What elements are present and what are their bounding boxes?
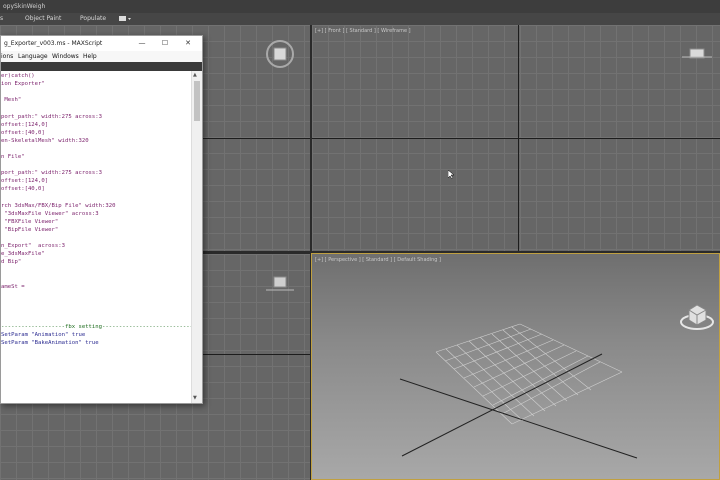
ribbon-tab-s[interactable]: s bbox=[0, 13, 3, 25]
ribbon-bar: s Object Paint Populate bbox=[0, 13, 720, 25]
viewcube-icon[interactable] bbox=[264, 38, 296, 70]
code-line[interactable]: -------------------fbx setting----------… bbox=[1, 324, 191, 330]
scrollbar-thumb[interactable] bbox=[194, 81, 200, 121]
code-line[interactable]: "BipFile Viewer" bbox=[1, 227, 58, 233]
maxscript-title-bar[interactable]: g_Exporter_v003.ms - MAXScript — ☐ ✕ bbox=[1, 36, 202, 51]
code-line[interactable]: offset:[40,0] bbox=[1, 186, 45, 192]
code-line[interactable]: port_path:" width:275 across:3 bbox=[1, 170, 102, 176]
maxscript-window-title: g_Exporter_v003.ms - MAXScript bbox=[4, 40, 103, 47]
app-title-bar: opySkinWeigh bbox=[0, 0, 720, 13]
code-line[interactable]: ameSt = bbox=[1, 284, 25, 290]
editor-scrollbar[interactable]: ▲ ▼ bbox=[191, 71, 202, 403]
code-line[interactable]: rch 3dsMax/FBX/Bip File" width:320 bbox=[1, 203, 116, 209]
viewcube-icon[interactable] bbox=[682, 45, 712, 63]
code-line[interactable]: SetParam "Animation" true bbox=[1, 332, 85, 338]
code-line[interactable]: SetParam "BakeAnimation" true bbox=[1, 340, 99, 346]
code-line[interactable]: "3dsMaxFile Viewer" across:3 bbox=[1, 211, 98, 217]
maximize-button[interactable]: ☐ bbox=[154, 36, 176, 51]
code-line[interactable]: offset:[124,0] bbox=[1, 178, 48, 184]
minimize-button[interactable]: — bbox=[131, 36, 153, 51]
viewport-front-label[interactable]: [+] [ Front ] [ Standard ] [ Wireframe ] bbox=[315, 28, 411, 34]
ribbon-options-icon[interactable] bbox=[118, 15, 132, 23]
code-line[interactable]: n File" bbox=[1, 154, 25, 160]
viewcube-icon[interactable] bbox=[678, 298, 716, 332]
code-line[interactable]: er)catch() bbox=[1, 73, 35, 79]
code-line[interactable]: n_Export" across:3 bbox=[1, 243, 65, 249]
grid-axis-horizontal bbox=[312, 138, 720, 139]
perspective-grid bbox=[399, 323, 638, 459]
code-line[interactable]: e_3dsMaxFile" bbox=[1, 251, 45, 257]
code-line[interactable]: ion Exporter" bbox=[1, 81, 45, 87]
maxscript-editor-window[interactable]: g_Exporter_v003.ms - MAXScript — ☐ ✕ ion… bbox=[0, 35, 203, 404]
code-line[interactable]: port_path:" width:275 across:3 bbox=[1, 114, 102, 120]
mouse-cursor-icon bbox=[448, 170, 455, 180]
menu-item-language[interactable]: Language bbox=[18, 51, 48, 62]
code-line[interactable]: Mesh" bbox=[1, 97, 21, 103]
code-line[interactable]: d Bip" bbox=[1, 259, 21, 265]
maxscript-menu-bar: ions Language Windows Help bbox=[1, 51, 202, 62]
close-button[interactable]: ✕ bbox=[177, 36, 199, 51]
ribbon-tab-object-paint[interactable]: Object Paint bbox=[25, 13, 61, 25]
viewcube-icon[interactable] bbox=[266, 274, 294, 294]
code-line[interactable]: offset:[124,0] bbox=[1, 122, 48, 128]
maxscript-toolbar bbox=[1, 62, 202, 71]
viewport-front[interactable]: [+] [ Front ] [ Standard ] [ Wireframe ] bbox=[312, 25, 720, 251]
code-line[interactable]: "FBXFile Viewer" bbox=[1, 219, 58, 225]
menu-item-windows[interactable]: Windows bbox=[52, 51, 79, 62]
menu-item-help[interactable]: Help bbox=[83, 51, 97, 62]
code-line[interactable]: en-SkeletalMesh" width:320 bbox=[1, 138, 89, 144]
menu-item-options[interactable]: ions bbox=[1, 51, 13, 62]
scroll-down-icon[interactable]: ▼ bbox=[193, 395, 197, 401]
code-editor[interactable]: er)catch() ion Exporter" Mesh" port_path:"… bbox=[1, 71, 191, 403]
grid-axis-vertical bbox=[518, 25, 519, 251]
ribbon-tab-populate[interactable]: Populate bbox=[80, 13, 106, 25]
code-line[interactable]: offset:[40,0] bbox=[1, 130, 45, 136]
app-title: opySkinWeigh bbox=[3, 3, 46, 10]
scroll-up-icon[interactable]: ▲ bbox=[193, 72, 197, 78]
viewport-perspective[interactable]: [+] [ Perspective ] [ Standard ] [ Defau… bbox=[311, 253, 720, 480]
